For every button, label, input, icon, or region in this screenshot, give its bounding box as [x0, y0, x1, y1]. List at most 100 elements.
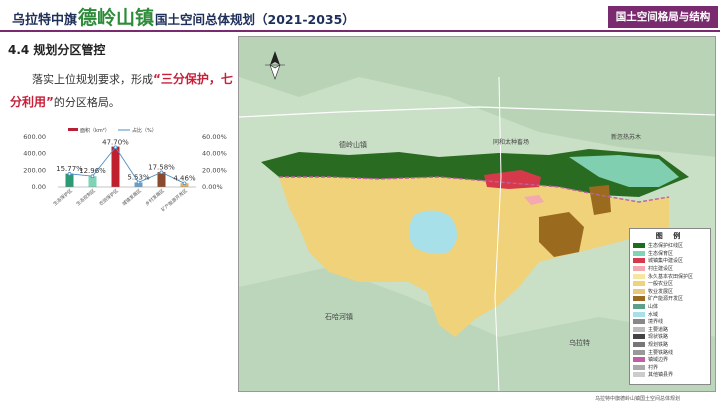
- legend-swatch: [633, 319, 645, 325]
- legend-swatch: [633, 364, 645, 370]
- section-title: 4.4 规划分区管控: [8, 43, 106, 57]
- y-right-tick: 20.00%: [202, 166, 227, 174]
- legend-swatch: [633, 266, 645, 272]
- legend-title: 图 例: [655, 232, 685, 240]
- intro-paragraph: 落实上位规划要求，形成“三分保护，七分利用”的分区格局。: [10, 68, 236, 114]
- paragraph-after: 的分区格局。: [53, 96, 120, 109]
- legend-item: 现状铁路: [633, 333, 707, 341]
- title-suffix: 国土空间总体规划（2021-2035）: [155, 12, 355, 27]
- legend-swatch: [633, 349, 645, 355]
- chart-percent-point: [67, 172, 72, 176]
- chart-percent-point: [113, 145, 118, 150]
- place-label-2: 同和太种畜场: [493, 138, 529, 146]
- legend-label: 村界: [648, 364, 659, 371]
- legend-label: 一般农业区: [648, 281, 674, 288]
- zoning-chart-svg: 面积（km²） 占比（%） 600.00 400.00 200.00 0.00 60.00%…: [23, 127, 227, 213]
- section-tab: 国土空间格局与结构: [608, 6, 718, 28]
- x-tick: 生态保护区: [52, 187, 74, 207]
- legend-label: 镇域边界: [648, 357, 669, 364]
- legend-swatch: [633, 334, 645, 340]
- legend-item: 牧业发展区: [633, 288, 707, 296]
- legend-swatch: [633, 273, 645, 279]
- chart-data-label: 4.46%: [173, 174, 196, 182]
- place-label-5: 乌拉特: [569, 338, 590, 347]
- legend-item: 矿产能源开发区: [633, 295, 707, 303]
- legend-label: 城镇集中建设区: [648, 258, 684, 265]
- paragraph-before: 落实上位规划要求，形成: [32, 73, 153, 86]
- x-tick: 城镇发展区: [121, 187, 143, 207]
- legend-label: 其他镇县界: [648, 372, 674, 379]
- legend-item: 境界线: [633, 318, 707, 326]
- legend-label: 生态保护红线区: [648, 243, 684, 250]
- header: 乌拉特中旗 德岭山镇 国土空间总体规划（2021-2035） 国土空间格局与结构: [0, 0, 720, 32]
- legend-label: 境界线: [648, 319, 664, 326]
- y-left-tick: 200.00: [23, 166, 46, 174]
- chart-data-label: 17.58%: [148, 163, 175, 171]
- legend-label: 村庄建设区: [648, 266, 674, 273]
- place-label-3: 新忽热苏木: [611, 133, 641, 141]
- legend-swatch: [633, 250, 645, 256]
- chart-legend-area-swatch: [68, 128, 78, 131]
- y-left-tick: 600.00: [23, 133, 46, 141]
- x-tick: 乡村发展区: [144, 187, 166, 207]
- legend-swatch: [633, 288, 645, 294]
- legend-item: 水域: [633, 310, 707, 318]
- chart-percent-point: [159, 170, 164, 175]
- legend-item: 村庄建设区: [633, 265, 707, 273]
- legend-label: 永久基本农田保护区: [648, 273, 694, 280]
- x-tick: 生态控制区: [75, 187, 97, 207]
- chart-data-label: 47.70%: [102, 138, 129, 146]
- legend-item: 生态保护红线区: [633, 242, 707, 250]
- chart-legend-area: 面积（km²）: [80, 127, 110, 134]
- legend-swatch: [633, 372, 645, 378]
- legend-item: 镇域边界: [633, 356, 707, 364]
- legend-label: 牧业发展区: [648, 288, 674, 295]
- legend-label: 主要铁路线: [648, 349, 674, 356]
- legend-item: 一般农业区: [633, 280, 707, 288]
- y-left-tick: 0.00: [32, 183, 46, 191]
- y-left-tick: 400.00: [23, 150, 46, 158]
- chart-percent-point: [90, 174, 95, 178]
- legend-swatch: [633, 304, 645, 310]
- legend-label: 主要道路: [648, 326, 669, 333]
- legend-swatch: [633, 243, 645, 249]
- header-divider: [0, 30, 720, 32]
- footer: 乌拉特中旗德岭山镇国土空间总体规划: [0, 394, 720, 405]
- legend-label: 矿产能源开发区: [648, 296, 684, 303]
- chart-bar: [157, 172, 166, 187]
- legend-swatch: [633, 342, 645, 348]
- legend-label: 山体: [648, 304, 659, 311]
- chart-legend-pct: 占比（%）: [132, 127, 157, 134]
- legend-swatch: [633, 357, 645, 363]
- legend-item: 村界: [633, 364, 707, 372]
- legend-swatch: [633, 326, 645, 332]
- legend-label: 规划铁路: [648, 342, 669, 349]
- legend-swatch: [633, 311, 645, 317]
- legend-swatch: [633, 281, 645, 287]
- zoning-chart: 面积（km²） 占比（%） 600.00 400.00 200.00 0.00 60.00%…: [10, 125, 236, 225]
- legend-swatch: [633, 258, 645, 264]
- legend-list: 生态保护红线区 生态保育区 城镇集中建设区 村庄建设区 永久基本农田保护区 一般农业区 牧业…: [630, 241, 710, 380]
- legend-item: 规划铁路: [633, 341, 707, 349]
- legend-label: 现状铁路: [648, 334, 669, 341]
- map-legend: 图 例 生态保护红线区 生态保育区 城镇集中建设区 村庄建设区 永久基本农田保护区 一般农…: [629, 228, 711, 385]
- legend-item: 山体: [633, 303, 707, 311]
- legend-item: 永久基本农田保护区: [633, 272, 707, 280]
- chart-bar: [111, 146, 120, 187]
- legend-item: 主要铁路线: [633, 348, 707, 356]
- page-title: 乌拉特中旗 德岭山镇 国土空间总体规划（2021-2035）: [12, 3, 355, 29]
- legend-item: 生态保育区: [633, 250, 707, 258]
- x-tick: 农田保护区: [98, 187, 120, 207]
- place-label-1: 德岭山镇: [339, 140, 367, 149]
- legend-label: 生态保育区: [648, 250, 674, 257]
- legend-label: 水域: [648, 311, 659, 318]
- legend-item: 城镇集中建设区: [633, 257, 707, 265]
- zoning-map[interactable]: 德岭山镇 同和太种畜场 新忽热苏木 石哈河镇 乌拉特 图 例 生态保护红线区 生态…: [238, 36, 716, 392]
- legend-swatch: [633, 296, 645, 302]
- chart-data-label: 12.96%: [79, 167, 106, 175]
- y-right-tick: 60.00%: [202, 133, 227, 141]
- chart-percent-point: [136, 180, 141, 185]
- y-right-tick: 40.00%: [202, 150, 227, 158]
- place-label-4: 石哈河镇: [325, 312, 353, 321]
- chart-percent-point: [182, 181, 187, 186]
